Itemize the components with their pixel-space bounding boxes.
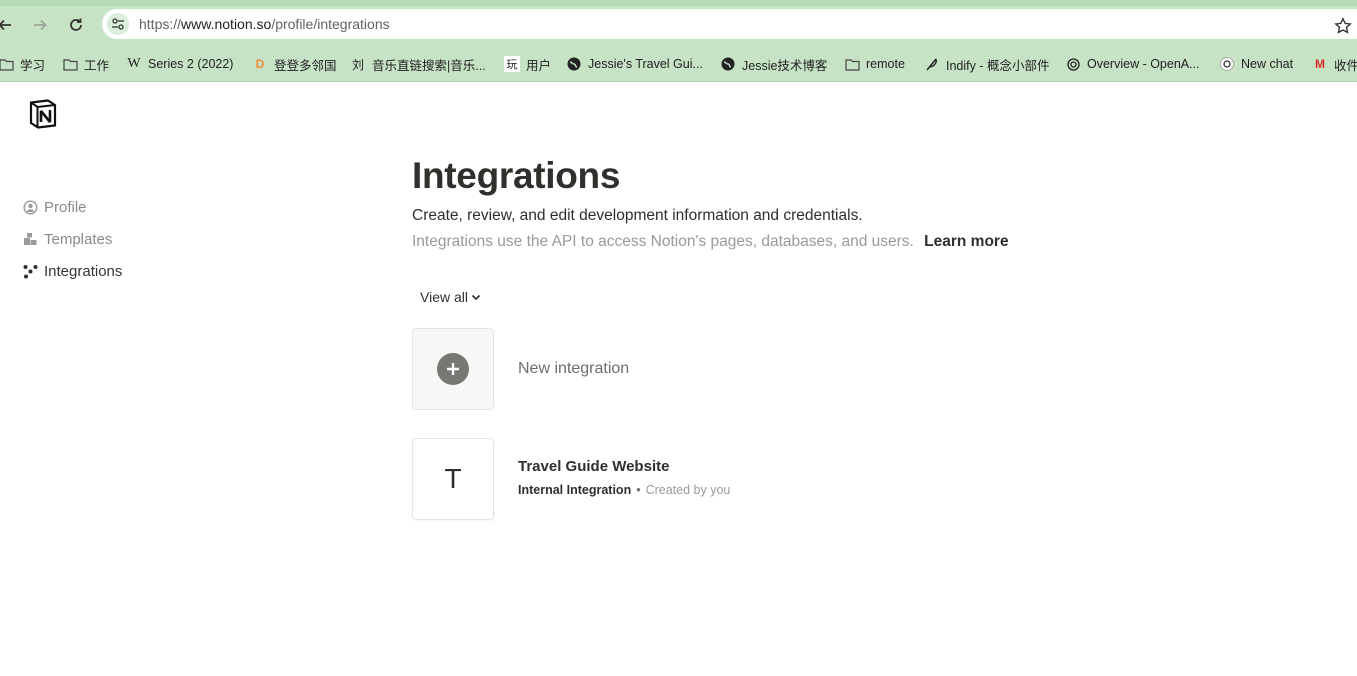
sidebar-item-label: Integrations — [44, 262, 123, 280]
bookmark-item[interactable]: 玩 用户 — [504, 56, 552, 73]
chevron-down-icon — [471, 294, 481, 301]
folder-icon — [0, 56, 14, 72]
url-host: www.notion.so — [181, 16, 272, 32]
bookmark-label: 用户 — [526, 58, 552, 73]
plus-icon — [437, 353, 469, 385]
notion-logo-icon[interactable] — [28, 98, 59, 130]
bookmark-label: Indify - 概念小部件 — [946, 58, 1050, 73]
address-bar[interactable]: https://www.notion.so/profile/integratio… — [102, 9, 1357, 39]
sidebar-item-profile[interactable]: Profile — [22, 196, 87, 218]
bookmark-item[interactable]: Overview - OpenA... — [1065, 56, 1200, 72]
user-site-icon: 玩 — [504, 56, 520, 72]
music-search-icon: 刘 — [351, 57, 364, 72]
url-text: https://www.notion.so/profile/integratio… — [139, 16, 390, 32]
sidebar-item-integrations[interactable]: Integrations — [22, 260, 122, 282]
url-prefix: https:// — [139, 16, 182, 32]
new-integration-button[interactable] — [412, 328, 494, 410]
integration-meta: Internal Integration • Created by you — [518, 483, 730, 497]
view-all-filter[interactable]: View all — [420, 289, 481, 305]
templates-icon — [22, 231, 38, 247]
bookmark-item[interactable]: New chat — [1219, 56, 1293, 72]
page-title: Integrations — [412, 155, 621, 196]
wikipedia-icon: W — [127, 56, 141, 71]
chatgpt-icon — [1219, 56, 1235, 72]
bookmark-item[interactable]: 学习 — [0, 56, 46, 73]
openai-icon — [1065, 56, 1081, 72]
bookmark-label: 音乐直链搜索|音乐... — [372, 58, 486, 73]
bookmark-label: Series 2 (2022) — [148, 57, 234, 71]
bookmark-label: remote — [866, 57, 905, 71]
gmail-icon: M — [1315, 57, 1325, 71]
bookmark-item[interactable]: 刘 音乐直链搜索|音乐... — [350, 56, 486, 73]
globe-icon — [720, 56, 736, 72]
bookmark-item[interactable]: Jessie技术博客 — [720, 56, 828, 73]
bookmark-item[interactable]: 工作 — [62, 56, 110, 73]
duolingo-icon: D — [255, 57, 265, 71]
meta-separator: • — [636, 483, 641, 497]
folder-icon — [62, 56, 78, 72]
folder-icon — [844, 56, 860, 72]
new-integration-label[interactable]: New integration — [518, 360, 629, 378]
integration-name[interactable]: Travel Guide Website — [518, 458, 669, 475]
browser-toolbar: https://www.notion.so/profile/integratio… — [0, 0, 1357, 46]
bookmark-label: New chat — [1241, 57, 1294, 71]
description-text: Integrations use the API to access Notio… — [412, 233, 914, 250]
bookmark-item[interactable]: M 收件 — [1312, 56, 1357, 73]
page-subtitle: Create, review, and edit development inf… — [412, 207, 863, 224]
bookmark-label: Overview - OpenA... — [1087, 57, 1200, 71]
bookmark-star-icon[interactable] — [1334, 17, 1352, 35]
back-arrow-icon[interactable] — [0, 14, 16, 36]
sidebar-item-templates[interactable]: Templates — [22, 228, 112, 250]
learn-more-link[interactable]: Learn more — [924, 233, 1008, 250]
bookmark-label: Jessie's Travel Gui... — [588, 57, 703, 71]
integrations-icon — [22, 263, 38, 279]
integration-type: Internal Integration — [518, 483, 632, 497]
integration-creator: Created by you — [645, 483, 731, 497]
site-settings-icon[interactable] — [107, 13, 129, 35]
filter-label: View all — [420, 289, 468, 305]
sidebar-item-label: Profile — [44, 198, 87, 216]
bookmark-item[interactable]: Indify - 概念小部件 — [924, 56, 1050, 73]
forward-arrow-icon[interactable] — [29, 14, 51, 36]
bookmark-label: 学习 — [20, 58, 46, 73]
url-path: /profile/integrations — [271, 16, 390, 32]
bookmark-label: 工作 — [84, 58, 110, 73]
bookmark-item[interactable]: remote — [844, 56, 905, 72]
integration-avatar[interactable]: T — [412, 438, 494, 520]
feather-icon — [924, 56, 940, 72]
reload-icon[interactable] — [65, 14, 87, 36]
bookmark-label: Jessie技术博客 — [742, 58, 828, 73]
globe-icon — [566, 56, 582, 72]
bookmark-label: 登登多邻国 — [274, 58, 337, 73]
page-description: Integrations use the API to access Notio… — [412, 233, 1009, 251]
bookmark-item[interactable]: D 登登多邻国 — [252, 56, 337, 73]
bookmark-item[interactable]: W Series 2 (2022) — [126, 56, 233, 72]
bookmarks-bar: 学习 工作 W Series 2 (2022) D 登登多邻国 刘 音乐直链搜索… — [0, 46, 1357, 82]
profile-icon — [22, 199, 38, 215]
bookmark-item[interactable]: Jessie's Travel Gui... — [566, 56, 703, 72]
bookmark-label: 收件 — [1334, 58, 1357, 73]
sidebar-item-label: Templates — [44, 230, 113, 248]
